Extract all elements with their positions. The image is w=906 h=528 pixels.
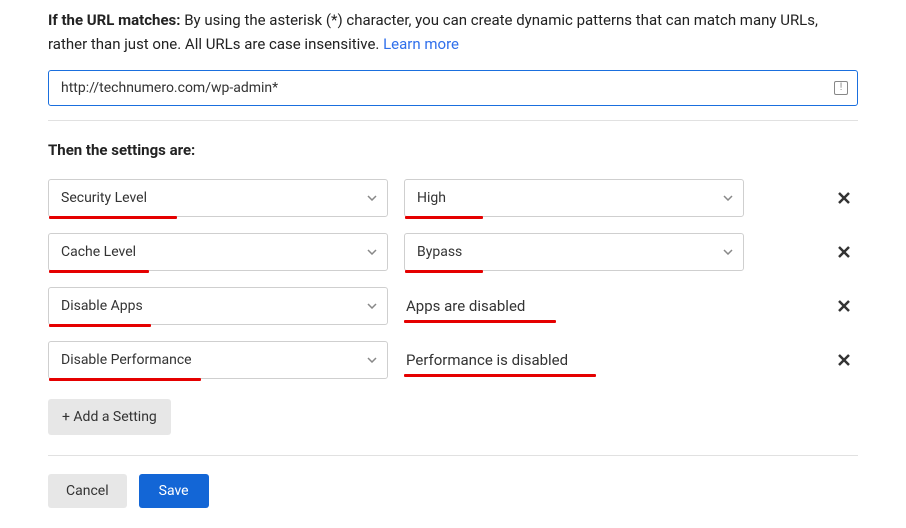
remove-row-button[interactable] (830, 346, 858, 374)
footer-buttons: Cancel Save (48, 474, 858, 508)
setting-row: Cache Level Bypass (48, 233, 858, 271)
close-icon (837, 299, 851, 313)
setting-select[interactable]: Security Level (48, 179, 388, 217)
annotation-underline (404, 320, 556, 323)
setting-row: Disable Apps Apps are disabled (48, 287, 858, 325)
annotation-underline (49, 216, 177, 219)
setting-select-text: Cache Level (61, 244, 136, 260)
annotation-underline (49, 270, 149, 273)
cancel-button[interactable]: Cancel (48, 474, 127, 508)
value-select-text: Bypass (417, 244, 462, 260)
chevron-down-icon (367, 357, 377, 363)
autofill-icon: ! (834, 81, 848, 95)
learn-more-link[interactable]: Learn more (383, 35, 459, 53)
settings-rows: Security Level High Cache Level Bypass Disab… (48, 179, 858, 379)
annotation-underline (404, 374, 596, 377)
value-select[interactable]: High (404, 179, 744, 217)
save-button[interactable]: Save (139, 474, 209, 508)
setting-select-text: Disable Performance (61, 352, 192, 368)
section-heading: Then the settings are: (48, 141, 858, 159)
setting-select-text: Disable Apps (61, 298, 143, 314)
add-setting-button[interactable]: + Add a Setting (48, 399, 171, 435)
url-input[interactable] (48, 70, 858, 106)
value-static-text: Performance is disabled (406, 351, 568, 369)
value-column: High (404, 179, 744, 217)
close-icon (837, 353, 851, 367)
annotation-underline (405, 216, 483, 219)
divider (48, 120, 858, 121)
divider (48, 455, 858, 456)
intro-label: If the URL matches: (48, 11, 180, 29)
setting-select-text: Security Level (61, 190, 147, 206)
chevron-down-icon (367, 195, 377, 201)
remove-row-button[interactable] (830, 292, 858, 320)
value-column: Performance is disabled (404, 343, 744, 377)
url-input-container: ! (48, 70, 858, 106)
close-icon (837, 191, 851, 205)
annotation-underline (49, 378, 201, 381)
setting-select[interactable]: Cache Level (48, 233, 388, 271)
close-icon (837, 245, 851, 259)
chevron-down-icon (367, 249, 377, 255)
value-column: Bypass (404, 233, 744, 271)
value-static: Performance is disabled (404, 343, 744, 377)
value-static: Apps are disabled (404, 289, 744, 323)
value-static-text: Apps are disabled (406, 297, 525, 315)
annotation-underline (405, 270, 483, 273)
remove-row-button[interactable] (830, 184, 858, 212)
setting-select[interactable]: Disable Performance (48, 341, 388, 379)
remove-row-button[interactable] (830, 238, 858, 266)
intro-text: If the URL matches: By using the asteris… (48, 8, 858, 56)
chevron-down-icon (723, 195, 733, 201)
value-select-text: High (417, 190, 446, 206)
value-select[interactable]: Bypass (404, 233, 744, 271)
value-column: Apps are disabled (404, 289, 744, 323)
setting-row: Security Level High (48, 179, 858, 217)
setting-row: Disable Performance Performance is disabl… (48, 341, 858, 379)
chevron-down-icon (367, 303, 377, 309)
setting-select[interactable]: Disable Apps (48, 287, 388, 325)
annotation-underline (49, 324, 151, 327)
chevron-down-icon (723, 249, 733, 255)
